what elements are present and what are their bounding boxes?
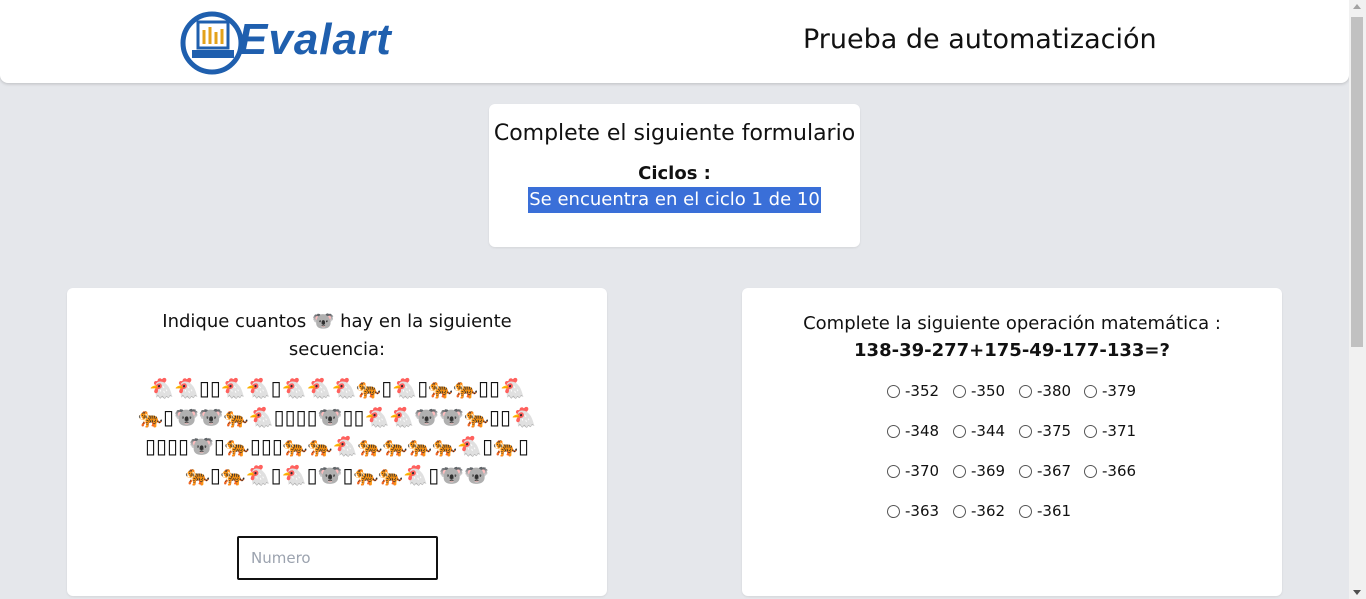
count-question-card: Indique cuantos 🐨 hay en la siguiente se… bbox=[67, 288, 607, 596]
radio-button[interactable] bbox=[953, 384, 966, 398]
scroll-up-icon[interactable] bbox=[1353, 4, 1361, 9]
radio-button[interactable] bbox=[1084, 424, 1097, 438]
logo-text: Evalart bbox=[238, 15, 392, 64]
math-question-text: Complete la siguiente operación matemáti… bbox=[803, 313, 1221, 334]
answer-option[interactable]: -369 bbox=[953, 460, 1019, 482]
radio-button[interactable] bbox=[953, 504, 966, 518]
answer-option[interactable]: -380 bbox=[1019, 380, 1084, 402]
cycles-label: Ciclos : bbox=[638, 163, 711, 184]
math-operation: 138-39-277+175-49-177-133=? bbox=[854, 340, 1170, 361]
math-question-card: Complete la siguiente operación matemáti… bbox=[742, 288, 1282, 596]
radio-button[interactable] bbox=[887, 464, 900, 478]
radio-button[interactable] bbox=[953, 464, 966, 478]
scroll-down-icon[interactable] bbox=[1353, 590, 1361, 595]
answer-option[interactable]: -370 bbox=[887, 460, 953, 482]
cycles-status: Se encuentra en el ciclo 1 de 10 bbox=[528, 187, 821, 213]
radio-button[interactable] bbox=[1084, 384, 1097, 398]
answer-option[interactable]: -379 bbox=[1084, 380, 1149, 402]
answer-option[interactable]: -361 bbox=[1019, 500, 1084, 522]
answer-option[interactable]: -350 bbox=[953, 380, 1019, 402]
radio-button[interactable] bbox=[1019, 504, 1032, 518]
count-question-text: Indique cuantos 🐨 hay en la siguiente se… bbox=[162, 311, 512, 360]
cycles-card: Complete el siguiente formulario Ciclos … bbox=[489, 104, 860, 247]
radio-button[interactable] bbox=[887, 504, 900, 518]
radio-button[interactable] bbox=[953, 424, 966, 438]
radio-button[interactable] bbox=[1084, 464, 1097, 478]
radio-button[interactable] bbox=[887, 424, 900, 438]
emoji-sequence: 🐔🐔▯▯🐔🐔▯🐔🐔🐔🐅▯🐔▯🐅🐅▯▯🐔🐅▯🐨🐨🐅🐔▯▯▯▯🐨▯▯🐔🐔🐨🐨🐅▯▯🐔… bbox=[138, 376, 536, 487]
radio-button[interactable] bbox=[1019, 424, 1032, 438]
answer-options: -352 -350 -380 -379 -348 -344 -375 -371 … bbox=[887, 380, 1167, 522]
answer-option[interactable]: -362 bbox=[953, 500, 1019, 522]
scroll-thumb[interactable] bbox=[1351, 17, 1363, 347]
answer-option[interactable]: -348 bbox=[887, 420, 953, 442]
answer-option[interactable]: -352 bbox=[887, 380, 953, 402]
radio-button[interactable] bbox=[887, 384, 900, 398]
answer-option[interactable]: -367 bbox=[1019, 460, 1084, 482]
answer-option[interactable]: -363 bbox=[887, 500, 953, 522]
page-scrollbar[interactable] bbox=[1349, 0, 1366, 599]
header: Evalart Prueba de automatización bbox=[0, 0, 1349, 83]
answer-option[interactable]: -366 bbox=[1084, 460, 1149, 482]
radio-button[interactable] bbox=[1019, 464, 1032, 478]
radio-button[interactable] bbox=[1019, 384, 1032, 398]
answer-option[interactable]: -375 bbox=[1019, 420, 1084, 442]
form-title: Complete el siguiente formulario bbox=[493, 121, 856, 146]
number-input[interactable] bbox=[237, 536, 438, 580]
page-title: Prueba de automatización bbox=[803, 24, 1157, 55]
answer-option[interactable]: -371 bbox=[1084, 420, 1149, 442]
answer-option[interactable]: -344 bbox=[953, 420, 1019, 442]
